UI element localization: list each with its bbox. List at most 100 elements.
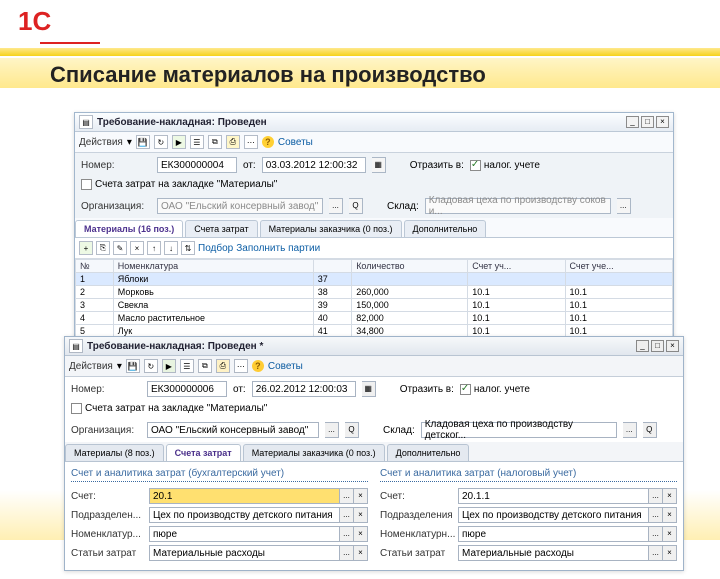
zatraty-check[interactable]: Счета затрат на закладке "Материалы" xyxy=(81,179,277,190)
left-podr-input[interactable]: Цех по производству детского питания xyxy=(149,507,340,523)
clear-icon[interactable]: × xyxy=(663,545,677,561)
left-schet-input[interactable]: 20.1 xyxy=(149,488,340,504)
clear-icon[interactable]: × xyxy=(354,488,368,504)
col-acc1[interactable]: Счет уч... xyxy=(468,260,565,273)
tips-icon[interactable]: ? xyxy=(252,360,264,372)
select-icon[interactable]: ... xyxy=(325,422,339,438)
edit-icon[interactable]: ✎ xyxy=(113,241,127,255)
save-icon[interactable]: 💾 xyxy=(126,359,140,373)
up-icon[interactable]: ↑ xyxy=(147,241,161,255)
tab-additional[interactable]: Дополнительно xyxy=(404,220,487,237)
podbor-link[interactable]: Подбор xyxy=(198,243,233,254)
more-icon[interactable]: ⋯ xyxy=(234,359,248,373)
tree-icon[interactable]: ⧉ xyxy=(198,359,212,373)
refresh-icon[interactable]: ↻ xyxy=(154,135,168,149)
sklad-input[interactable]: Кладовая цеха по производству соков и... xyxy=(425,198,611,214)
tab-accounts[interactable]: Счета затрат xyxy=(166,444,241,461)
date-input[interactable]: 03.03.2012 12:00:32 xyxy=(262,157,366,173)
col-num[interactable]: № xyxy=(76,260,114,273)
num-input[interactable]: ЕКЗ00000006 xyxy=(147,381,227,397)
select-icon[interactable]: ... xyxy=(623,422,637,438)
back-titlebar[interactable]: ▤ Требование-накладная: Проведен _ □ × xyxy=(75,113,673,132)
add-icon[interactable]: + xyxy=(79,241,93,255)
date-picker-icon[interactable]: ▦ xyxy=(372,157,386,173)
tips-link[interactable]: Советы xyxy=(278,137,313,148)
tab-accounts[interactable]: Счета затрат xyxy=(185,220,257,237)
date-input[interactable]: 26.02.2012 12:00:03 xyxy=(252,381,356,397)
left-stat-input[interactable]: Материальные расходы xyxy=(149,545,340,561)
select-icon[interactable]: ... xyxy=(649,545,663,561)
clear-icon[interactable]: × xyxy=(663,488,677,504)
post-icon[interactable]: ▶ xyxy=(162,359,176,373)
date-picker-icon[interactable]: ▦ xyxy=(362,381,376,397)
print-icon[interactable]: ⎙ xyxy=(226,135,240,149)
tips-link[interactable]: Советы xyxy=(268,361,303,372)
open-icon[interactable]: Q xyxy=(643,422,657,438)
tips-icon[interactable]: ? xyxy=(262,136,274,148)
col-blank[interactable] xyxy=(313,260,351,273)
select-icon[interactable]: ... xyxy=(617,198,631,214)
down-icon[interactable]: ↓ xyxy=(164,241,178,255)
checkbox-icon xyxy=(470,160,481,171)
list-icon[interactable]: ☰ xyxy=(190,135,204,149)
front-window: ▤ Требование-накладная: Проведен * _ □ ×… xyxy=(64,336,684,571)
org-input[interactable]: ОАО "Ельский консервный завод" xyxy=(147,422,319,438)
front-titlebar[interactable]: ▤ Требование-накладная: Проведен * _ □ × xyxy=(65,337,683,356)
min-icon[interactable]: _ xyxy=(626,116,639,128)
schet-label: Счет: xyxy=(71,491,145,502)
print-icon[interactable]: ⎙ xyxy=(216,359,230,373)
clear-icon[interactable]: × xyxy=(354,507,368,523)
tab-materials[interactable]: Материалы (16 поз.) xyxy=(75,220,183,237)
tree-icon[interactable]: ⧉ xyxy=(208,135,222,149)
col-qty[interactable]: Количество xyxy=(352,260,468,273)
select-icon[interactable]: ... xyxy=(340,488,354,504)
open-icon[interactable]: Q xyxy=(349,198,363,214)
open-icon[interactable]: Q xyxy=(345,422,359,438)
nalog-check[interactable]: налог. учете xyxy=(460,384,530,395)
tab-customer-mat[interactable]: Материалы заказчика (0 поз.) xyxy=(260,220,402,237)
actions-label[interactable]: Действия xyxy=(69,361,113,372)
select-icon[interactable]: ... xyxy=(649,488,663,504)
back-window: ▤ Требование-накладная: Проведен _ □ × Д… xyxy=(74,112,674,352)
table-row: 4Масло растительное4082,00010.110.1 xyxy=(76,312,673,325)
sklad-input[interactable]: Кладовая цеха по производству детског... xyxy=(421,422,617,438)
select-icon[interactable]: ... xyxy=(649,507,663,523)
zatraty-check[interactable]: Счета затрат на закладке "Материалы" xyxy=(71,403,267,414)
min-icon[interactable]: _ xyxy=(636,340,649,352)
close-icon[interactable]: × xyxy=(666,340,679,352)
refresh-icon[interactable]: ↻ xyxy=(144,359,158,373)
select-icon[interactable]: ... xyxy=(340,545,354,561)
right-schet-input[interactable]: 20.1.1 xyxy=(458,488,649,504)
tab-additional[interactable]: Дополнительно xyxy=(387,444,470,461)
logo: 1С xyxy=(18,6,51,37)
logo-underline xyxy=(40,42,100,44)
select-icon[interactable]: ... xyxy=(329,198,343,214)
right-stat-input[interactable]: Материальные расходы xyxy=(458,545,649,561)
delete-icon[interactable]: × xyxy=(130,241,144,255)
post-icon[interactable]: ▶ xyxy=(172,135,186,149)
copy-icon[interactable]: ⎘ xyxy=(96,241,110,255)
select-icon[interactable]: ... xyxy=(340,507,354,523)
max-icon[interactable]: □ xyxy=(641,116,654,128)
stat-label: Статьи затрат xyxy=(380,548,454,559)
save-icon[interactable]: 💾 xyxy=(136,135,150,149)
col-acc2[interactable]: Счет уче... xyxy=(565,260,673,273)
list-icon[interactable]: ☰ xyxy=(180,359,194,373)
clear-icon[interactable]: × xyxy=(663,507,677,523)
num-input[interactable]: ЕКЗ00000004 xyxy=(157,157,237,173)
clear-icon[interactable]: × xyxy=(354,545,368,561)
tab-customer-mat[interactable]: Материалы заказчика (0 поз.) xyxy=(243,444,385,461)
sort-icon[interactable]: ⇅ xyxy=(181,241,195,255)
zapoln-link[interactable]: Заполнить партии xyxy=(236,243,320,254)
more-icon[interactable]: ⋯ xyxy=(244,135,258,149)
close-icon[interactable]: × xyxy=(656,116,669,128)
actions-label[interactable]: Действия xyxy=(79,137,123,148)
front-tabs: Материалы (8 поз.) Счета затрат Материал… xyxy=(65,442,683,462)
nalog-check[interactable]: налог. учете xyxy=(470,160,540,171)
tab-materials[interactable]: Материалы (8 поз.) xyxy=(65,444,164,461)
org-input[interactable]: ОАО "Ельский консервный завод" xyxy=(157,198,323,214)
col-nomen[interactable]: Номенклатура xyxy=(113,260,313,273)
date-label: от: xyxy=(243,160,256,171)
right-podr-input[interactable]: Цех по производству детского питания xyxy=(458,507,649,523)
max-icon[interactable]: □ xyxy=(651,340,664,352)
